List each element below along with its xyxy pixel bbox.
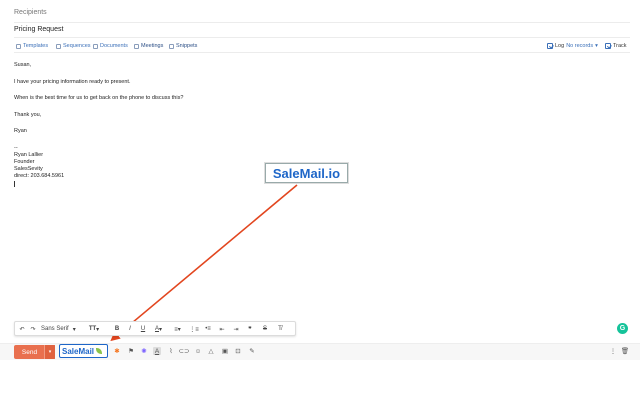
subject-text: Pricing Request (14, 26, 64, 33)
template-icon (16, 43, 21, 49)
sequence-icon (56, 43, 61, 49)
lock-icon[interactable]: ⊡ (234, 347, 242, 355)
body-line: When is the best time for us to get back… (14, 95, 184, 101)
chevron-down-icon: ▾ (595, 43, 598, 49)
italic-icon[interactable]: I (126, 324, 134, 334)
track-label: Track (613, 43, 627, 49)
quote-icon[interactable]: ❞ (246, 324, 254, 334)
text-format-icon[interactable]: A (153, 347, 161, 355)
callout-label: SaleMail.io (272, 165, 341, 181)
send-options-button[interactable]: ▾ (44, 345, 55, 359)
chevron-down-icon: ▾ (48, 349, 52, 355)
track-checkbox-icon[interactable] (605, 43, 611, 49)
log-label: Log (555, 43, 565, 49)
extension-toolbar: Templates Sequences Documents Meetings S… (14, 41, 630, 53)
salemail-button[interactable]: SaleMail (59, 344, 108, 358)
body-line: Ryan (14, 128, 27, 134)
signature-line: -- (14, 144, 18, 151)
log-checkbox-icon[interactable] (547, 43, 553, 49)
salemail-label: SaleMail (62, 346, 95, 356)
meetings-button[interactable]: Meetings (134, 43, 163, 49)
signature-line: Ryan Lallier (14, 151, 44, 158)
redo-icon[interactable]: ↷ (29, 324, 37, 334)
align-icon[interactable]: ≡▾ (171, 324, 184, 334)
clear-formatting-icon[interactable]: T̸ (276, 324, 284, 334)
numbered-list-icon[interactable]: ⋮≡ (189, 324, 199, 334)
font-family-label: Sans Serif (41, 326, 69, 332)
bulleted-list-icon[interactable]: •≡ (204, 324, 212, 334)
link-icon[interactable]: ⊂⊃ (179, 347, 190, 355)
trash-icon[interactable]: 🗑 (621, 347, 629, 355)
body-line: I have your pricing information ready to… (14, 78, 131, 85)
send-label: Send (21, 348, 38, 356)
salemail-callout: SaleMail.io (265, 163, 348, 183)
log-records-dropdown[interactable]: No records (566, 43, 593, 49)
sequence-tool-icon[interactable]: ⚑ (127, 347, 135, 355)
underline-icon[interactable]: U (139, 324, 147, 334)
message-body[interactable]: Susan, I have your pricing information r… (14, 62, 183, 187)
document-icon (93, 43, 98, 49)
sequences-button[interactable]: Sequences (56, 43, 91, 49)
undo-icon[interactable]: ↶ (18, 324, 26, 334)
signature-line: direct: 203.684.5961 (14, 172, 65, 179)
recipients-field[interactable]: Recipients (14, 9, 630, 23)
documents-button[interactable]: Documents (93, 43, 128, 49)
indent-less-icon[interactable]: ⇤ (218, 324, 226, 334)
grammarly-icon[interactable]: G (617, 323, 628, 334)
chevron-down-icon: ▾ (72, 326, 76, 333)
text-color-icon[interactable]: A ▾ (152, 324, 165, 334)
log-toggle[interactable]: Log No records ▾ (547, 43, 598, 49)
subject-field[interactable]: Pricing Request (14, 24, 630, 38)
strikethrough-icon[interactable]: S (261, 324, 269, 334)
emoji-icon[interactable]: ☺ (194, 347, 202, 355)
recipients-label: Recipients (14, 9, 47, 16)
more-options-icon[interactable]: ⋮ (609, 347, 617, 355)
body-line: Thank you, (14, 111, 42, 118)
body-line: Susan, (14, 62, 32, 68)
signature-line: SalesSevity (14, 165, 43, 172)
annotation-arrow (110, 184, 298, 342)
signature-line: Founder (14, 158, 35, 165)
templates-button[interactable]: Templates (16, 43, 48, 49)
font-family-select[interactable]: Sans Serif ▾ (41, 324, 83, 334)
attach-icon[interactable]: ⌇ (167, 347, 175, 355)
sequences-label: Sequences (63, 43, 91, 49)
indent-more-icon[interactable]: ⇥ (232, 324, 240, 334)
track-toggle[interactable]: Track (605, 43, 627, 49)
snippets-button[interactable]: Snippets (169, 43, 197, 49)
drive-icon[interactable]: △ (207, 347, 215, 355)
bold-icon[interactable]: B (113, 324, 121, 334)
formatting-toolbar: ↶ ↷ Sans Serif ▾ TT ▾ B I U A ▾ ≡▾ ⋮≡ •≡ ⇤… (14, 321, 296, 336)
snippets-label: Snippets (176, 43, 198, 49)
calendar-icon (134, 43, 139, 49)
text-cursor (14, 180, 15, 187)
templates-label: Templates (23, 43, 49, 49)
image-icon[interactable]: ▣ (221, 347, 229, 355)
leaf-icon (96, 348, 103, 354)
gear-icon[interactable]: ✺ (140, 347, 148, 355)
documents-label: Documents (100, 43, 128, 49)
pen-icon[interactable]: ✎ (248, 347, 256, 355)
font-size-icon[interactable]: TT ▾ (87, 324, 101, 334)
snippet-icon (169, 43, 174, 49)
hubspot-icon[interactable]: ✱ (113, 347, 121, 355)
meetings-label: Meetings (141, 43, 164, 49)
